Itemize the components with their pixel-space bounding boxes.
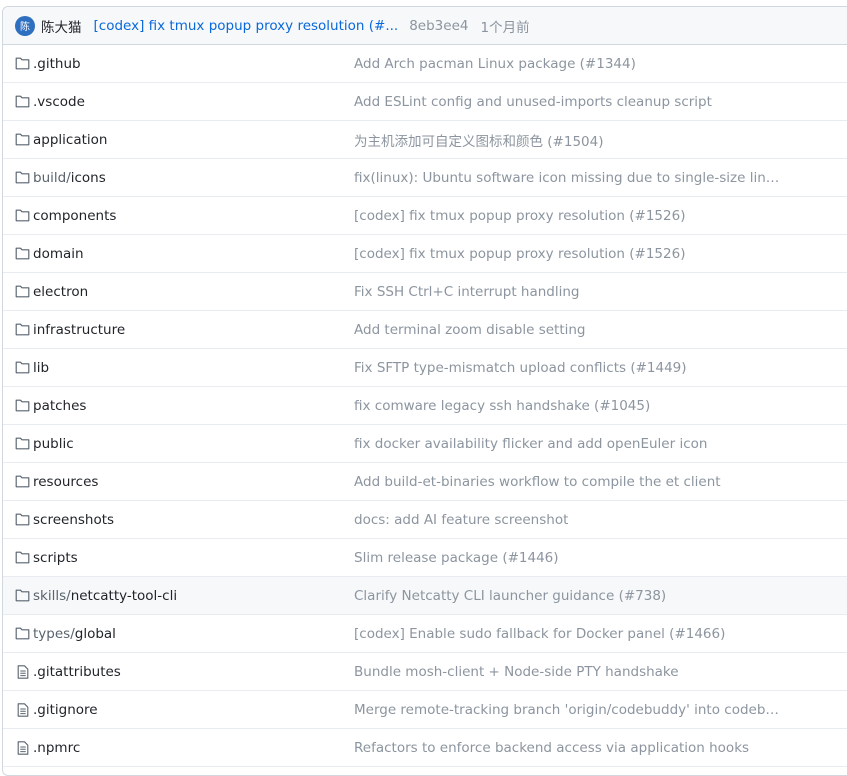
file-row[interactable]: types/global [codex] Enable sudo fallback… [3,615,847,653]
file-name-link[interactable]: patches [33,398,86,414]
file-commit-message-link[interactable]: Bundle mosh-client + Node-side PTY hands… [354,664,679,680]
file-name-link[interactable]: .vscode [33,94,85,110]
file-name-link[interactable]: types/global [33,626,116,642]
file-name-link[interactable]: scripts [33,550,78,566]
commit-message-link[interactable]: [codex] fix tmux popup proxy resolution … [94,18,399,34]
folder-icon [15,323,30,337]
file-row[interactable]: .npmrc Refactors to enforce backend acces… [3,729,847,767]
file-name-link[interactable]: screenshots [33,512,114,528]
file-commit-message-link[interactable]: Add build-et-binaries workflow to compil… [354,474,721,490]
latest-commit-bar: 陈 陈大猫 [codex] fix tmux popup proxy resol… [3,7,847,45]
file-commit-message-link[interactable]: Add Arch pacman Linux package (#1344) [354,56,636,72]
file-row[interactable]: .gitignore Merge remote-tracking branch '… [3,691,847,729]
file-name-link[interactable]: .gitignore [33,702,98,718]
folder-icon [15,437,30,451]
file-name-link[interactable]: skills/netcatty-tool-cli [33,588,177,604]
commit-author[interactable]: 陈大猫 [41,16,82,36]
file-commit-message-link[interactable]: Refactors to enforce backend access via … [354,740,749,756]
folder-icon [15,475,30,489]
folder-icon [15,627,30,641]
folder-icon [15,247,30,261]
file-name-link[interactable]: build/icons [33,170,106,186]
file-row[interactable]: build/icons fix(linux): Ubuntu software i… [3,159,847,197]
file-commit-message-link[interactable]: [codex] fix tmux popup proxy resolution … [354,208,685,224]
file-name-link[interactable]: infrastructure [33,322,125,338]
folder-icon [15,133,30,147]
file-row[interactable]: .vscode Add ESLint config and unused-impo… [3,83,847,121]
file-name-link[interactable]: lib [33,360,49,376]
file-commit-message-link[interactable]: [codex] fix tmux popup proxy resolution … [354,246,685,262]
file-row[interactable]: infrastructure Add terminal zoom disable … [3,311,847,349]
file-row[interactable]: domain [codex] fix tmux popup proxy resol… [3,235,847,273]
file-commit-message-link[interactable]: fix(linux): Ubuntu software icon missing… [354,170,782,186]
file-row[interactable]: .gitattributes Bundle mosh-client + Node-… [3,653,847,691]
file-name-link[interactable]: public [33,436,74,452]
file-row[interactable]: screenshots docs: add AI feature screensh… [3,501,847,539]
file-row[interactable]: lib Fix SFTP type-mismatch upload conflic… [3,349,847,387]
file-row[interactable]: patches fix comware legacy ssh handshake … [3,387,847,425]
file-commit-message-link[interactable]: 为主机添加可自定义图标和颜色 (#1504) [354,130,604,150]
file-commit-message-link[interactable]: fix docker availability flicker and add … [354,436,707,452]
file-commit-message-link[interactable]: [codex] Enable sudo fallback for Docker … [354,626,725,642]
file-name-link[interactable]: .npmrc [33,740,80,756]
file-icon [15,740,30,755]
folder-icon [15,361,30,375]
file-commit-message-link[interactable]: docs: add AI feature screenshot [354,512,568,528]
file-commit-message-link[interactable]: Add ESLint config and unused-imports cle… [354,94,712,110]
folder-icon [15,513,30,527]
file-commit-message-link[interactable]: Clarify Netcatty CLI launcher guidance (… [354,588,666,604]
file-name-link[interactable]: .gitattributes [33,664,121,680]
file-commit-message-link[interactable]: Slim release package (#1446) [354,550,559,566]
file-commit-message-link[interactable]: fix comware legacy ssh handshake (#1045) [354,398,650,414]
file-browser-panel: 陈 陈大猫 [codex] fix tmux popup proxy resol… [2,6,847,776]
file-list: .github Add Arch pacman Linux package (#1… [3,45,847,767]
file-name-link[interactable]: electron [33,284,88,300]
folder-icon [15,399,30,413]
file-name-link[interactable]: application [33,132,107,148]
file-row[interactable]: public fix docker availability flicker an… [3,425,847,463]
file-name-link[interactable]: components [33,208,116,224]
folder-icon [15,285,30,299]
file-commit-message-link[interactable]: Fix SSH Ctrl+C interrupt handling [354,284,580,300]
folder-icon [15,551,30,565]
file-commit-message-link[interactable]: Merge remote-tracking branch 'origin/cod… [354,702,782,718]
commit-time: 1个月前 [480,19,530,36]
commit-sha[interactable]: 8eb3ee4 [409,18,468,34]
file-row[interactable]: electron Fix SSH Ctrl+C interrupt handlin… [3,273,847,311]
file-row[interactable]: components [codex] fix tmux popup proxy r… [3,197,847,235]
file-row[interactable]: application 为主机添加可自定义图标和颜色 (#1504) [3,121,847,159]
file-row[interactable]: scripts Slim release package (#1446) [3,539,847,577]
file-icon [15,664,30,679]
file-row[interactable]: .github Add Arch pacman Linux package (#1… [3,45,847,83]
file-row[interactable]: skills/netcatty-tool-cli Clarify Netcatty… [3,577,847,615]
folder-icon [15,95,30,109]
file-name-link[interactable]: .github [33,56,81,72]
folder-icon [15,57,30,71]
folder-icon [15,209,30,223]
folder-icon [15,171,30,185]
author-avatar[interactable]: 陈 [15,15,35,36]
file-icon [15,702,30,717]
file-name-link[interactable]: domain [33,246,84,262]
file-name-link[interactable]: resources [33,474,98,490]
file-commit-message-link[interactable]: Add terminal zoom disable setting [354,322,586,338]
folder-icon [15,589,30,603]
file-commit-message-link[interactable]: Fix SFTP type-mismatch upload conflicts … [354,360,687,376]
file-row[interactable]: resources Add build-et-binaries workflow … [3,463,847,501]
